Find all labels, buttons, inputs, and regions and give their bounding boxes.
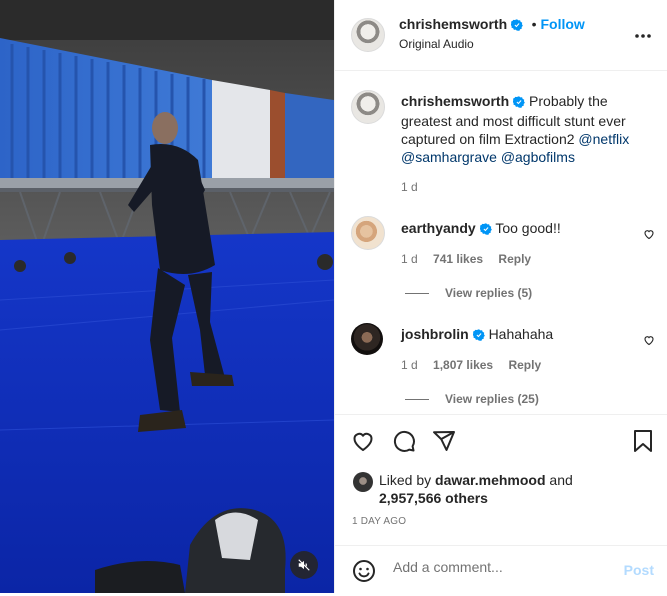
post-video[interactable] xyxy=(0,0,334,593)
comment-meta: 1 d 1,807 likes Reply xyxy=(401,358,541,372)
comment-text-block: joshbrolin Hahahaha xyxy=(401,325,631,345)
comment-meta: 1 d 741 likes Reply xyxy=(401,252,531,266)
follow-button[interactable]: Follow xyxy=(541,16,585,32)
commenter-avatar[interactable] xyxy=(351,216,385,250)
video-frame xyxy=(0,0,334,593)
comment-reply-button[interactable]: Reply xyxy=(508,358,541,372)
mute-toggle-button[interactable] xyxy=(290,551,318,579)
comment-body: Too good!! xyxy=(495,220,561,236)
comment-like-button[interactable] xyxy=(643,227,655,245)
author-avatar[interactable] xyxy=(351,18,385,52)
post-comment-button[interactable]: Post xyxy=(624,562,654,578)
comment-likes[interactable]: 1,807 likes xyxy=(433,358,493,372)
author-line: chrishemsworth • Follow xyxy=(399,16,585,36)
commenter-username[interactable]: earthyandy xyxy=(401,220,476,236)
more-options-button[interactable] xyxy=(634,26,652,44)
comment-age[interactable]: 1 d xyxy=(401,358,418,372)
verified-badge-icon xyxy=(479,221,492,239)
post-timestamp[interactable]: 1 DAY AGO xyxy=(352,516,406,527)
comment-body: Hahahaha xyxy=(488,326,554,342)
header-separator: • xyxy=(531,16,537,32)
emoji-icon xyxy=(353,560,375,582)
heart-icon xyxy=(353,432,373,452)
caption-tag-samhargrave[interactable]: @samhargrave xyxy=(401,149,497,165)
comment-age[interactable]: 1 d xyxy=(401,252,418,266)
view-replies-label: View replies (5) xyxy=(445,286,533,300)
view-replies-button[interactable]: View replies (25) xyxy=(405,392,539,406)
liked-by-others[interactable]: 2,957,566 others xyxy=(379,490,488,506)
add-comment-bar: Post xyxy=(335,545,667,596)
verified-badge-icon xyxy=(510,18,523,36)
bookmark-icon xyxy=(634,430,652,452)
caption-author-avatar[interactable] xyxy=(351,90,385,124)
caption-age[interactable]: 1 d xyxy=(401,180,418,194)
heart-icon xyxy=(644,230,654,240)
comment-likes[interactable]: 741 likes xyxy=(433,252,483,266)
verified-badge-icon xyxy=(512,94,525,112)
post-details-panel: chrishemsworth • Follow Original Audio ch… xyxy=(334,0,667,593)
like-button[interactable] xyxy=(351,429,375,458)
view-replies-button[interactable]: View replies (5) xyxy=(405,286,532,300)
comment-icon xyxy=(393,430,415,452)
caption-tag-netflix[interactable]: @netflix xyxy=(578,131,629,147)
post-actions: Liked by dawar.mehmood and 2,957,566 oth… xyxy=(335,414,667,595)
caption-author-username[interactable]: chrishemsworth xyxy=(401,93,509,109)
share-icon xyxy=(433,431,455,451)
emoji-button[interactable] xyxy=(352,559,376,588)
liker-avatar[interactable] xyxy=(353,472,373,492)
likes-summary: Liked by dawar.mehmood and 2,957,566 oth… xyxy=(379,471,573,507)
post-header: chrishemsworth • Follow Original Audio xyxy=(335,0,667,71)
heart-icon xyxy=(644,336,654,346)
comment-text-block: earthyandy Too good!! xyxy=(401,219,631,239)
replies-divider xyxy=(405,292,429,294)
comment-like-button[interactable] xyxy=(643,333,655,351)
commenter-avatar[interactable] xyxy=(351,323,383,355)
comment-input[interactable] xyxy=(391,558,605,576)
caption-tag-agbofilms[interactable]: @agbofilms xyxy=(501,149,575,165)
author-username[interactable]: chrishemsworth xyxy=(399,16,507,32)
liked-by-and: and xyxy=(549,472,573,488)
liked-by-prefix: Liked by xyxy=(379,472,432,488)
more-options-icon xyxy=(635,34,651,38)
share-button[interactable] xyxy=(432,429,456,458)
muted-speaker-icon xyxy=(298,559,310,571)
comment-reply-button[interactable]: Reply xyxy=(498,252,531,266)
save-button[interactable] xyxy=(632,429,654,458)
verified-badge-icon xyxy=(472,327,485,345)
audio-label[interactable]: Original Audio xyxy=(399,37,474,51)
comment-button[interactable] xyxy=(392,429,416,458)
view-replies-label: View replies (25) xyxy=(445,392,539,406)
caption-text-block: chrishemsworth Probably the greatest and… xyxy=(401,92,659,166)
replies-divider xyxy=(405,398,429,400)
commenter-username[interactable]: joshbrolin xyxy=(401,326,469,342)
liked-by-user[interactable]: dawar.mehmood xyxy=(435,472,545,488)
